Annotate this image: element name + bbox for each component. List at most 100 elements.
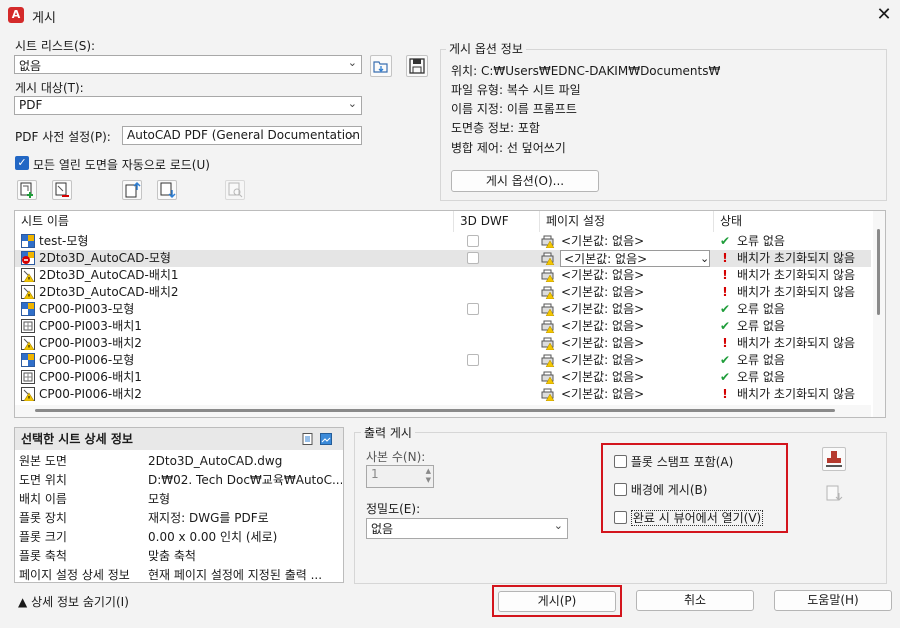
table-row[interactable]: CP00-PI003-배치1 <기본값: 없음> ✔ 오류 없음	[15, 318, 871, 335]
model-icon	[21, 353, 35, 367]
save-sheet-list-button[interactable]	[406, 55, 428, 77]
status-text: 오류 없음	[737, 353, 785, 367]
table-row[interactable]: CP00-PI003-모형 <기본값: 없음> ✔ 오류 없음	[15, 301, 871, 318]
page-setup-value[interactable]: <기본값: 없음>	[561, 267, 711, 284]
checkmark-icon: ✔	[719, 353, 731, 367]
window-title: 게시	[32, 11, 56, 26]
col-3d-dwf[interactable]: 3D DWF	[454, 211, 540, 232]
model-error-icon	[21, 251, 35, 265]
remove-sheets-button[interactable]	[52, 180, 72, 200]
sheet-name: CP00-PI003-모형	[39, 302, 135, 316]
exclamation-icon: !	[722, 285, 728, 299]
background-publish-option[interactable]: 배경에 게시(B)	[614, 481, 707, 498]
table-row[interactable]: CP00-PI006-배치2 <기본값: 없음>! 배치가 초기화되지 않음	[15, 386, 871, 403]
open-in-viewer-option[interactable]: 완료 시 뷰어에서 열기(V)	[614, 509, 764, 526]
detail-value: 현재 페이지 설정에 지정된 출력 ...	[148, 568, 323, 582]
col-sheet-name[interactable]: 시트 이름	[15, 211, 454, 232]
vertical-scrollbar-thumb[interactable]	[877, 229, 880, 315]
cancel-button[interactable]: 취소	[636, 590, 754, 611]
horizontal-scrollbar-thumb[interactable]	[35, 409, 835, 412]
layout-warn-icon	[21, 336, 35, 350]
details-title: 선택한 시트 상세 정보	[15, 428, 343, 450]
publish-options-button[interactable]: 게시 옵션(O)...	[451, 170, 599, 192]
table-row[interactable]: 2Dto3D_AutoCAD-배치1 <기본값: 없음>! 배치가 초기화되지 않음	[15, 267, 871, 284]
preview-icon	[228, 182, 243, 198]
chevron-down-icon[interactable]: ⌄	[700, 250, 709, 267]
auto-load-label: 모든 열린 도면을 자동으로 로드(U)	[33, 158, 210, 172]
detail-key: 도면 위치	[19, 473, 67, 487]
table-row[interactable]: CP00-PI006-배치1 <기본값: 없음> ✔ 오류 없음	[15, 369, 871, 386]
status-text: 배치가 초기화되지 않음	[737, 336, 856, 350]
load-sheet-list-button[interactable]	[370, 55, 392, 77]
auto-load-checkbox[interactable]: ✓	[15, 156, 29, 170]
page-setup-value[interactable]: <기본값: 없음>	[560, 250, 710, 267]
table-row[interactable]: 2Dto3D_AutoCAD-배치2 <기본값: 없음>! 배치가 초기화되지 않음	[15, 284, 871, 301]
detail-value: 재지정: DWG를 PDF로	[148, 511, 269, 525]
output-publish-title: 출력 게시	[361, 424, 415, 441]
horizontal-scrollbar[interactable]	[15, 405, 871, 417]
folder-open-icon	[373, 61, 388, 73]
page-setup-value[interactable]: <기본값: 없음>	[561, 318, 711, 335]
model-icon	[21, 302, 35, 316]
close-icon[interactable]: ✕	[872, 2, 896, 28]
details-doc-icon[interactable]	[302, 433, 314, 445]
copies-stepper[interactable]: 1 ▲ ▼	[366, 465, 434, 488]
status-text: 오류 없음	[737, 234, 785, 248]
page-setup-value[interactable]: <기본값: 없음>	[561, 335, 711, 352]
details-image-icon[interactable]	[320, 433, 332, 445]
status-text: 오류 없음	[737, 370, 785, 384]
merge-control-info: 병합 제어: 선 덮어쓰기	[451, 141, 566, 155]
table-row[interactable]: CP00-PI006-모형 <기본값: 없음> ✔ 오류 없음	[15, 352, 871, 369]
vertical-scrollbar[interactable]	[873, 211, 885, 417]
publish-button[interactable]: 게시(P)	[498, 591, 616, 612]
hide-details-toggle[interactable]: ▲ 상세 정보 숨기기(I)	[18, 593, 129, 610]
page-setup-value[interactable]: <기본값: 없음>	[561, 386, 711, 403]
file-type-info: 파일 유형: 복수 시트 파일	[451, 83, 581, 97]
move-sheet-up-button[interactable]	[122, 180, 142, 200]
sheet-list-dropdown[interactable]: 없음 ⌄	[14, 55, 362, 74]
chevron-down-icon: ⌄	[553, 519, 563, 532]
publish-to-label: 게시 대상(T):	[15, 81, 84, 95]
detail-row: 플롯 축척 맞춤 축척	[15, 547, 343, 566]
pdf-preset-value: AutoCAD PDF (General Documentation	[127, 128, 360, 142]
add-sheets-button[interactable]	[17, 180, 37, 200]
table-row[interactable]: CP00-PI003-배치2 <기본값: 없음>! 배치가 초기화되지 않음	[15, 335, 871, 352]
plot-stamp-settings-button[interactable]	[822, 447, 846, 471]
layer-info: 도면층 정보: 포함	[451, 121, 540, 135]
move-sheet-down-button[interactable]	[157, 180, 177, 200]
sheet-name: CP00-PI003-배치2	[39, 336, 142, 350]
pdf-preset-dropdown[interactable]: AutoCAD PDF (General Documentation ⌄	[122, 126, 362, 145]
background-publish-checkbox[interactable]	[614, 483, 627, 496]
export-icon[interactable]	[824, 484, 844, 504]
layout-warn-icon	[21, 387, 35, 401]
detail-row: 배치 이름 모형	[15, 490, 343, 509]
preview-button[interactable]	[225, 180, 245, 200]
sheet-name: 2Dto3D_AutoCAD-모형	[39, 251, 171, 265]
chevron-down-icon: ⌄	[347, 97, 357, 110]
stepper-arrows-icon[interactable]: ▲ ▼	[426, 467, 431, 485]
table-row[interactable]: 2Dto3D_AutoCAD-모형 <기본값: 없음> ⌄! 배치가 초기화되지 않음	[15, 250, 871, 267]
page-setup-value[interactable]: <기본값: 없음>	[561, 352, 711, 369]
publish-to-dropdown[interactable]: PDF ⌄	[14, 96, 362, 115]
layout-icon	[21, 370, 35, 384]
detail-value: 모형	[148, 492, 171, 506]
copies-label: 사본 수(N):	[366, 450, 426, 464]
col-status[interactable]: 상태	[714, 211, 871, 232]
page-setup-value[interactable]: <기본값: 없음>	[561, 233, 711, 250]
table-row[interactable]: test-모형 <기본값: 없음> ✔ 오류 없음	[15, 233, 871, 250]
help-button[interactable]: 도움말(H)	[774, 590, 892, 611]
open-in-viewer-checkbox[interactable]	[614, 511, 627, 524]
precision-dropdown[interactable]: 없음 ⌄	[366, 518, 568, 539]
status-text: 배치가 초기화되지 않음	[737, 251, 856, 265]
add-sheet-icon	[20, 182, 33, 198]
plot-stamp-option[interactable]: 플롯 스탬프 포함(A)	[614, 453, 733, 470]
page-setup-value[interactable]: <기본값: 없음>	[561, 369, 711, 386]
page-setup-value[interactable]: <기본값: 없음>	[561, 301, 711, 318]
sheet-name: 2Dto3D_AutoCAD-배치2	[39, 285, 179, 299]
hide-details-label: 상세 정보 숨기기(I)	[31, 595, 129, 609]
col-page-setup[interactable]: 페이지 설정	[540, 211, 714, 232]
plot-stamp-checkbox[interactable]	[614, 455, 627, 468]
copies-value: 1	[371, 467, 379, 481]
page-setup-value[interactable]: <기본값: 없음>	[561, 284, 711, 301]
status-text: 배치가 초기화되지 않음	[737, 387, 856, 401]
